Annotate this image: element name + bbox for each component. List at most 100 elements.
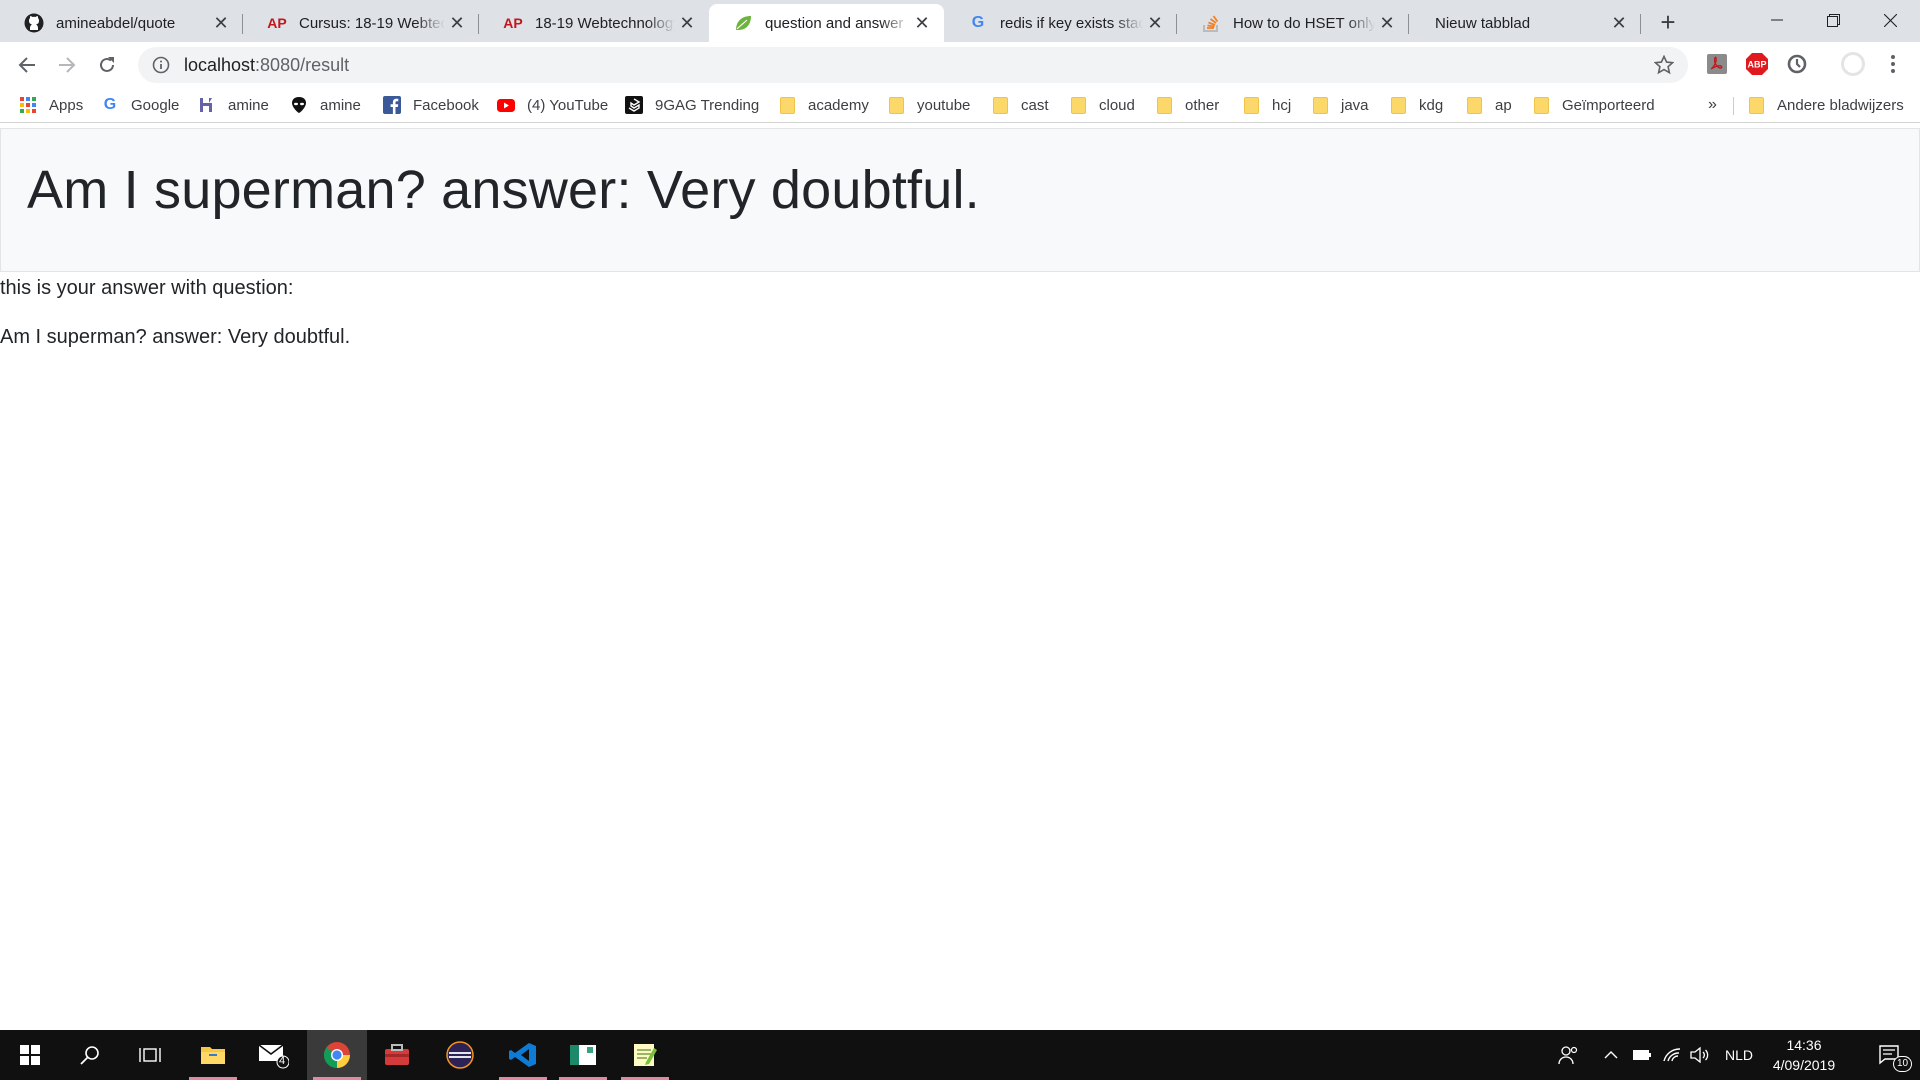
profile-icon bbox=[1841, 52, 1865, 76]
ap-icon: AP bbox=[503, 15, 523, 31]
bookmark-other-bookmarks[interactable]: Andere bladwijzers bbox=[1747, 93, 1904, 117]
folder-icon bbox=[1465, 96, 1483, 114]
close-icon[interactable]: ✕ bbox=[1143, 11, 1167, 35]
folder-icon bbox=[1747, 96, 1765, 114]
sync-icon bbox=[1787, 54, 1807, 74]
tab-title: How to do HSET only if bbox=[1233, 14, 1375, 32]
taskbar-eclipse[interactable] bbox=[430, 1030, 490, 1080]
arrow-left-icon bbox=[18, 57, 35, 73]
youtube-icon bbox=[497, 96, 515, 114]
bookmark-star-icon[interactable] bbox=[1654, 55, 1674, 75]
close-icon[interactable]: ✕ bbox=[1375, 11, 1399, 35]
bookmark-folder-geimporteerd[interactable]: Geïmporteerd bbox=[1532, 93, 1655, 117]
bookmark-facebook[interactable]: Facebook bbox=[383, 93, 479, 117]
tab-question-and-answer[interactable]: question and answer ✕ bbox=[709, 4, 944, 42]
github-icon bbox=[24, 13, 44, 33]
new-tab-button[interactable]: + bbox=[1652, 7, 1684, 37]
bookmark-folder-ap[interactable]: ap bbox=[1465, 93, 1512, 117]
taskbar-app-window[interactable] bbox=[553, 1030, 613, 1080]
notepad-icon bbox=[634, 1044, 657, 1066]
taskbar-mail[interactable]: 4 bbox=[243, 1030, 303, 1080]
facebook-icon bbox=[383, 96, 401, 114]
tab-new-tab[interactable]: Nieuw tabblad ✕ bbox=[1409, 4, 1641, 42]
folder-icon bbox=[778, 96, 796, 114]
taskbar-notepad[interactable] bbox=[615, 1030, 675, 1080]
adblock-extension-button[interactable]: ABP bbox=[1744, 51, 1770, 77]
tab-cursus[interactable]: AP Cursus: 18-19 Webtechnology ✕ bbox=[243, 4, 479, 42]
bookmark-label: kdg bbox=[1419, 96, 1444, 114]
pdf-extension-button[interactable] bbox=[1704, 51, 1730, 77]
menu-button[interactable] bbox=[1880, 51, 1906, 77]
apps-grid-icon bbox=[19, 96, 37, 114]
bookmark-label: youtube bbox=[917, 96, 971, 114]
bookmark-folder-java[interactable]: java bbox=[1311, 93, 1369, 117]
folder-icon bbox=[991, 96, 1009, 114]
close-icon[interactable]: ✕ bbox=[1607, 11, 1631, 35]
close-window-button[interactable] bbox=[1862, 0, 1918, 40]
bookmark-amine-heroku[interactable]: amine bbox=[198, 93, 269, 117]
bookmark-google[interactable]: G Google bbox=[101, 93, 180, 117]
bookmark-folder-youtube[interactable]: youtube bbox=[887, 93, 970, 117]
folder-icon bbox=[1242, 96, 1260, 114]
clock[interactable]: 14:36 4/09/2019 bbox=[1764, 1035, 1844, 1075]
close-icon[interactable]: ✕ bbox=[445, 11, 469, 35]
tab-webtechnology[interactable]: AP 18-19 Webtechnology ✕ bbox=[479, 4, 709, 42]
reload-icon bbox=[100, 57, 114, 72]
taskbar-chrome[interactable] bbox=[307, 1030, 367, 1080]
search-button[interactable] bbox=[60, 1030, 120, 1080]
forward-button[interactable] bbox=[50, 48, 84, 82]
close-icon[interactable]: ✕ bbox=[910, 11, 934, 35]
minimize-button[interactable] bbox=[1749, 0, 1805, 40]
tab-redis[interactable]: G redis if key exists stackoverflow ✕ bbox=[944, 4, 1177, 42]
tab-title: Cursus: 18-19 Webtechnology bbox=[299, 14, 445, 32]
show-hidden-icons-button[interactable] bbox=[1597, 1030, 1625, 1080]
restore-button[interactable] bbox=[1805, 0, 1861, 40]
network-button[interactable] bbox=[1658, 1030, 1686, 1080]
tab-github[interactable]: amineabdel/quote ✕ bbox=[0, 4, 243, 42]
bookmark-label: cloud bbox=[1099, 96, 1135, 114]
eclipse-icon bbox=[446, 1041, 474, 1069]
taskbar-file-explorer[interactable] bbox=[183, 1030, 243, 1080]
bookmark-folder-academy[interactable]: academy bbox=[778, 93, 869, 117]
taskbar-vscode[interactable] bbox=[493, 1030, 553, 1080]
bookmark-folder-cloud[interactable]: cloud bbox=[1069, 93, 1135, 117]
bookmarks-divider bbox=[1733, 97, 1734, 115]
bookmark-folder-cast[interactable]: cast bbox=[991, 93, 1049, 117]
start-button[interactable] bbox=[0, 1030, 60, 1080]
bookmark-label: other bbox=[1185, 96, 1220, 114]
bookmark-folder-hcj[interactable]: hcj bbox=[1242, 93, 1291, 117]
clock-time: 14:36 bbox=[1786, 1037, 1822, 1053]
bookmark-youtube[interactable]: (4) YouTube bbox=[497, 93, 608, 117]
profile-button[interactable] bbox=[1840, 51, 1866, 77]
taskbar-toolbox[interactable] bbox=[367, 1030, 427, 1080]
folder-icon bbox=[1155, 96, 1173, 114]
bookmark-folder-kdg[interactable]: kdg bbox=[1389, 93, 1443, 117]
action-center-button[interactable]: 10 bbox=[1866, 1030, 1914, 1080]
close-icon[interactable]: ✕ bbox=[675, 11, 699, 35]
language-indicator[interactable]: NLD bbox=[1717, 1030, 1761, 1080]
task-view-icon bbox=[139, 1048, 161, 1062]
back-button[interactable] bbox=[10, 48, 44, 82]
url-text: localhost:8080/result bbox=[184, 55, 349, 76]
battery-button[interactable] bbox=[1628, 1030, 1656, 1080]
close-icon[interactable]: ✕ bbox=[209, 11, 233, 35]
volume-button[interactable] bbox=[1686, 1030, 1714, 1080]
address-bar[interactable]: localhost:8080/result bbox=[138, 47, 1688, 83]
reload-button[interactable] bbox=[90, 48, 124, 82]
bookmark-9gag[interactable]: 9GAG Trending bbox=[625, 93, 759, 117]
sync-extension-button[interactable] bbox=[1784, 51, 1810, 77]
bookmark-label: Andere bladwijzers bbox=[1777, 96, 1904, 114]
bookmark-apps[interactable]: Apps bbox=[19, 93, 83, 117]
bookmark-label: Google bbox=[131, 96, 180, 114]
toolbox-icon bbox=[385, 1044, 409, 1065]
people-icon bbox=[1558, 1046, 1578, 1065]
bookmarks-overflow-button[interactable]: » bbox=[1708, 93, 1717, 117]
task-view-button[interactable] bbox=[120, 1030, 180, 1080]
info-icon[interactable] bbox=[152, 56, 170, 74]
volume-icon bbox=[1690, 1047, 1709, 1063]
tab-hset[interactable]: How to do HSET only if ✕ bbox=[1177, 4, 1409, 42]
bookmark-amine-alien[interactable]: amine bbox=[290, 93, 361, 117]
arrow-right-icon bbox=[59, 57, 76, 73]
people-button[interactable] bbox=[1551, 1030, 1585, 1080]
bookmark-folder-other[interactable]: other bbox=[1155, 93, 1219, 117]
